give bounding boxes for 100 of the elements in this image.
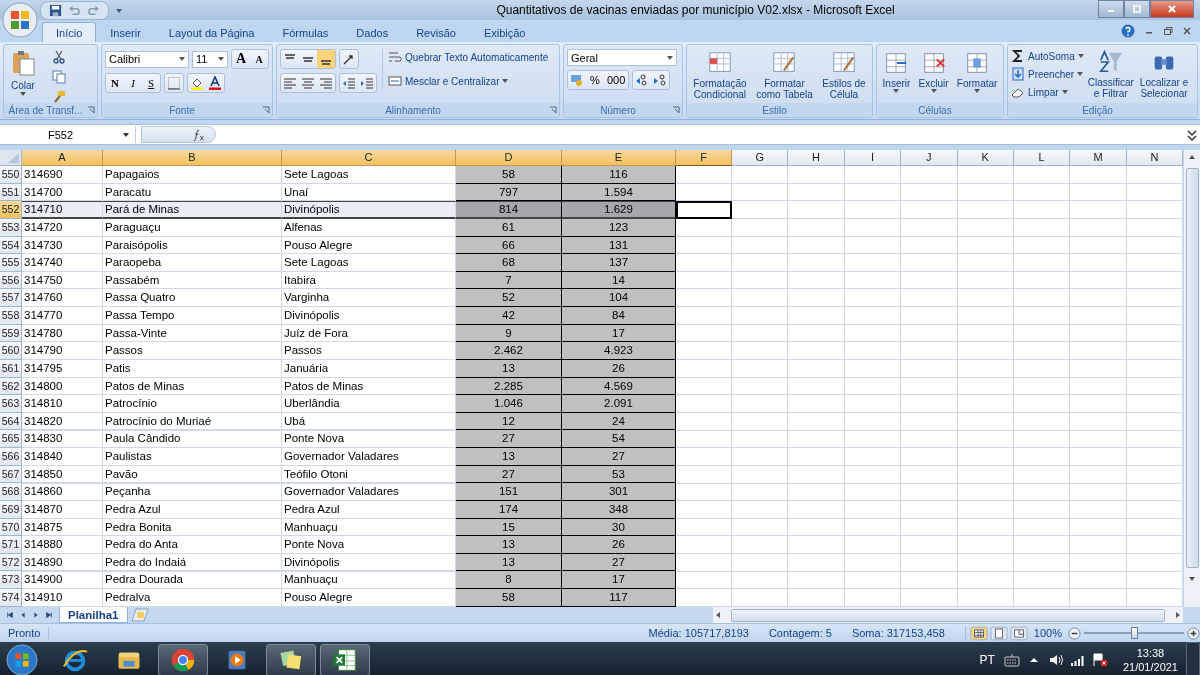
keyboard-icon[interactable] (1003, 652, 1020, 667)
volume-icon[interactable] (1047, 652, 1064, 667)
style-button[interactable]: Formatação Condicional (691, 49, 749, 101)
column-header[interactable]: G (732, 150, 789, 166)
name-box[interactable]: F552 (0, 126, 136, 143)
font-color-icon[interactable] (206, 74, 224, 92)
row-header[interactable]: 571 (0, 536, 22, 554)
thousands-button[interactable]: 000 (604, 71, 629, 89)
dialog-launcher-icon[interactable] (549, 106, 557, 114)
number-format-dropdown[interactable]: Geral (567, 49, 677, 66)
editing-button[interactable]: Preencher (1011, 66, 1084, 82)
zoom-level[interactable]: 100% (1033, 627, 1062, 639)
view-button[interactable] (969, 625, 988, 641)
row-header[interactable]: 552 (0, 201, 22, 219)
taskbar-button[interactable] (158, 643, 208, 675)
close-button[interactable] (1150, 0, 1194, 18)
ribbon-tab[interactable]: Início (42, 22, 97, 42)
taskbar-button[interactable] (266, 643, 316, 675)
copy-icon[interactable] (50, 68, 68, 86)
customize-arrow-icon[interactable] (115, 6, 123, 14)
flag-icon[interactable] (1091, 652, 1108, 667)
row-header[interactable]: 558 (0, 307, 22, 325)
paste-button[interactable]: Colar (7, 47, 39, 97)
restore-icon[interactable] (1163, 26, 1173, 36)
grow-font-button[interactable]: A (232, 50, 250, 68)
column-header[interactable]: F (676, 150, 732, 166)
vertical-align-icon[interactable] (317, 50, 335, 68)
zoom-out-icon[interactable] (1068, 626, 1081, 640)
editing-button[interactable]: Limpar (1011, 84, 1084, 100)
font-size-dropdown[interactable]: 11 (192, 50, 228, 68)
horizontal-scrollbar[interactable] (713, 607, 1183, 623)
next-sheet-icon[interactable] (32, 611, 40, 619)
vertical-scrollbar[interactable] (1183, 150, 1200, 607)
view-button[interactable] (989, 625, 1008, 641)
row-header[interactable]: 555 (0, 254, 22, 272)
zoom-slider-thumb[interactable] (1131, 627, 1138, 639)
row-header[interactable]: 568 (0, 483, 22, 501)
row-header[interactable]: 563 (0, 395, 22, 413)
row-header[interactable]: 565 (0, 430, 22, 448)
style-button[interactable]: Formatar como Tabela (754, 49, 815, 101)
help-icon[interactable] (1121, 24, 1135, 38)
clock-date[interactable]: 21/01/2021 (1122, 659, 1178, 674)
column-header[interactable]: K (957, 150, 1014, 166)
maximize-button[interactable] (1124, 0, 1150, 18)
borders-icon[interactable] (165, 74, 183, 92)
dialog-launcher-icon[interactable] (87, 106, 95, 114)
font-name-dropdown[interactable]: Calibri (105, 50, 189, 68)
taskbar-button[interactable] (320, 643, 370, 675)
ribbon-tab[interactable]: Exibição (469, 22, 540, 42)
cells-button[interactable]: Formatar (954, 49, 1000, 94)
previous-sheet-icon[interactable] (19, 611, 27, 619)
language-indicator[interactable]: PT (979, 652, 995, 667)
active-cell[interactable] (676, 201, 732, 219)
last-sheet-icon[interactable] (45, 611, 53, 619)
row-header[interactable]: 573 (0, 571, 22, 589)
column-header[interactable]: A (22, 150, 103, 166)
column-header[interactable]: L (1013, 150, 1071, 166)
dialog-launcher-icon[interactable] (672, 106, 680, 114)
column-header[interactable]: H (788, 150, 845, 166)
style-button[interactable]: Estilos de Célula (820, 49, 868, 101)
start-button-icon[interactable] (6, 643, 38, 675)
row-header[interactable]: 560 (0, 342, 22, 360)
close-icon[interactable] (1182, 26, 1192, 36)
sheet-tab[interactable]: Planilha1 (59, 607, 128, 623)
row-header[interactable]: 574 (0, 589, 22, 607)
first-sheet-icon[interactable] (6, 611, 14, 619)
row-header[interactable]: 557 (0, 289, 22, 307)
scissors-icon[interactable] (50, 48, 68, 66)
scroll-thumb[interactable] (1185, 168, 1199, 568)
ribbon-tab[interactable]: Layout da Página (154, 22, 269, 42)
underline-button[interactable]: S (142, 74, 160, 92)
shrink-font-button[interactable]: A (250, 50, 268, 68)
zoom-in-icon[interactable] (1187, 626, 1200, 640)
column-header[interactable]: N (1126, 150, 1183, 166)
wrap-text-button[interactable]: Quebrar Texto Automaticamente (388, 49, 549, 65)
ribbon-tab[interactable]: Dados (342, 22, 403, 42)
column-header[interactable]: I (844, 150, 902, 166)
merge-center-button[interactable]: Mesclar e Centralizar (388, 73, 549, 89)
column-header[interactable]: E (562, 150, 676, 166)
ribbon-tab[interactable]: Fórmulas (268, 22, 343, 42)
editing-button[interactable]: Localizar e Selecionar (1137, 48, 1191, 100)
editing-button[interactable]: Classificar e Filtrar (1085, 48, 1136, 100)
scroll-thumb[interactable] (731, 608, 1165, 622)
view-button[interactable] (1009, 625, 1028, 641)
italic-button[interactable]: I (124, 74, 142, 92)
percent-button[interactable]: % (586, 71, 604, 89)
bold-button[interactable]: N (106, 74, 124, 92)
cells-button[interactable]: Excluir (916, 49, 951, 94)
column-header[interactable]: B (103, 150, 282, 166)
editing-button[interactable]: AutoSoma (1011, 48, 1084, 64)
column-header[interactable]: D (456, 150, 562, 166)
ribbon-tab[interactable]: Inserir (96, 22, 155, 42)
cells-button[interactable]: Inserir (880, 49, 913, 94)
expand-icon[interactable] (1186, 127, 1198, 142)
save-icon[interactable] (49, 3, 62, 17)
column-header[interactable]: J (901, 150, 958, 166)
clock-time[interactable]: 13:38 (1136, 645, 1165, 660)
column-header[interactable]: C (282, 150, 456, 166)
column-header[interactable]: M (1070, 150, 1127, 166)
dialog-launcher-icon[interactable] (262, 106, 270, 114)
